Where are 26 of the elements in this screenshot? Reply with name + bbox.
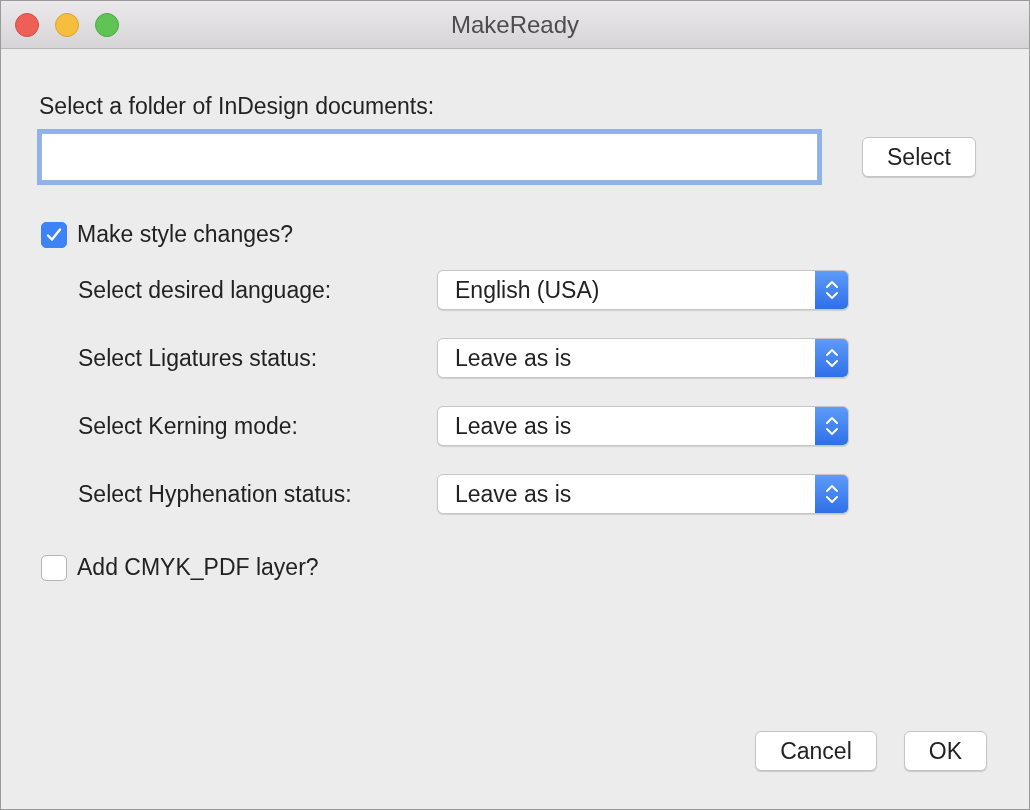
popup-label: Select Hyphenation status: xyxy=(78,480,353,508)
close-icon[interactable] xyxy=(15,12,39,37)
popup-label: Select Kerning mode: xyxy=(78,412,299,440)
stepper-icon xyxy=(815,407,848,445)
popup-menu[interactable]: Leave as is xyxy=(437,474,849,514)
checkbox-label: Add CMYK_PDF layer? xyxy=(77,554,319,581)
dialog-button[interactable]: OK xyxy=(903,731,987,771)
select-button[interactable]: Select xyxy=(862,137,976,177)
checkbox[interactable] xyxy=(41,554,67,581)
popup-menu[interactable]: Leave as is xyxy=(437,338,849,378)
folder-field[interactable] xyxy=(41,133,818,181)
popup-label: Select desired language: xyxy=(78,276,333,304)
popup-menu[interactable]: English (USA) xyxy=(437,270,849,310)
popup-label: Select Ligatures status: xyxy=(78,344,319,372)
zoom-icon[interactable] xyxy=(95,12,119,37)
window-title: MakeReady xyxy=(450,10,580,39)
stepper-icon xyxy=(815,339,848,377)
stepper-icon xyxy=(815,271,848,309)
stepper-icon xyxy=(815,475,848,513)
popup-menu[interactable]: Leave as is xyxy=(437,406,849,446)
minimize-icon[interactable] xyxy=(55,12,79,37)
checkbox[interactable] xyxy=(41,221,67,248)
checkbox-label: Make style changes? xyxy=(77,221,294,248)
dialog-button[interactable]: Cancel xyxy=(755,731,877,771)
folder-label: Select a folder of InDesign documents: xyxy=(39,93,436,120)
checkmark-icon xyxy=(45,225,63,244)
